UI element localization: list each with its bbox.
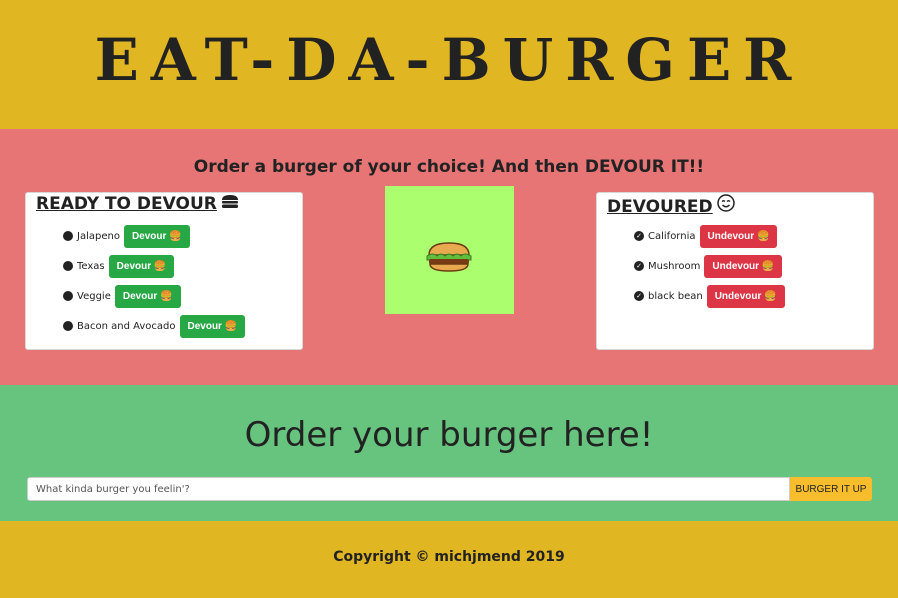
devoured-burger-item: ✓ black bean Undevour 🍔 — [634, 281, 785, 311]
tagline: Order a burger of your choice! And then … — [193, 157, 705, 177]
smiley-icon — [716, 194, 735, 217]
ready-burger-item: Veggie Devour 🍔 — [63, 281, 245, 311]
undevour-button[interactable]: Undevour 🍔 — [704, 254, 783, 278]
burger-it-up-button[interactable]: BURGER IT UP — [790, 477, 872, 501]
burger-name: Bacon and Avocado — [77, 320, 176, 332]
check-circle-icon: ✓ — [634, 231, 644, 241]
devoured-heading: DEVOURED — [607, 194, 735, 217]
check-circle-icon: ✓ — [634, 291, 644, 301]
devour-button[interactable]: Devour 🍔 — [114, 284, 181, 308]
undevour-button[interactable]: Undevour 🍔 — [706, 284, 785, 308]
burger-name: Texas — [77, 260, 105, 272]
copyright: Copyright © michjmend 2019 — [333, 549, 565, 565]
ready-burger-item: Jalapeno Devour 🍔 — [63, 221, 245, 251]
burger-section: Order a burger of your choice! And then … — [0, 129, 898, 385]
devour-button[interactable]: Devour 🍔 — [123, 224, 190, 248]
bullet-icon — [63, 231, 73, 241]
ready-to-devour-panel: READY TO DEVOUR Jalapeno Devour 🍔 Texas … — [25, 192, 303, 350]
burger-image-box — [385, 186, 514, 314]
devoured-burger-item: ✓ California Undevour 🍔 — [634, 221, 785, 251]
bullet-icon — [63, 261, 73, 271]
ready-burger-list: Jalapeno Devour 🍔 Texas Devour 🍔 Veggie … — [63, 221, 246, 341]
burger-name: black bean — [648, 290, 703, 302]
burger-icon — [221, 194, 239, 214]
burger-name: Mushroom — [648, 260, 701, 272]
footer: Copyright © michjmend 2019 — [0, 521, 898, 598]
header: EAT-DA-BURGER — [0, 0, 898, 129]
devour-button[interactable]: Devour 🍔 — [108, 254, 175, 278]
burger-name: Veggie — [77, 290, 111, 302]
devoured-burger-list: ✓ California Undevour 🍔 ✓ Mushroom Undev… — [634, 221, 785, 311]
ready-burger-item: Texas Devour 🍔 — [63, 251, 245, 281]
devoured-heading-text: DEVOURED — [607, 197, 713, 217]
undevour-button[interactable]: Undevour 🍔 — [699, 224, 778, 248]
burger-name-input[interactable] — [27, 477, 790, 501]
bullet-icon — [63, 321, 73, 331]
ready-to-devour-heading: READY TO DEVOUR — [36, 194, 239, 214]
devoured-panel: DEVOURED ✓ California Undevour 🍔 ✓ Mushr… — [596, 192, 874, 350]
order-section: Order your burger here! BURGER IT UP — [0, 385, 898, 521]
order-title: Order your burger here! — [244, 415, 654, 455]
ready-burger-item: Bacon and Avocado Devour 🍔 — [63, 311, 246, 341]
burger-image — [426, 242, 472, 272]
devour-button[interactable]: Devour 🍔 — [179, 314, 246, 338]
site-title: EAT-DA-BURGER — [94, 26, 804, 94]
check-circle-icon: ✓ — [634, 261, 644, 271]
bullet-icon — [63, 291, 73, 301]
devoured-burger-item: ✓ Mushroom Undevour 🍔 — [634, 251, 785, 281]
ready-to-devour-heading-text: READY TO DEVOUR — [36, 194, 217, 214]
burger-name: California — [648, 230, 696, 242]
burger-name: Jalapeno — [77, 230, 120, 242]
